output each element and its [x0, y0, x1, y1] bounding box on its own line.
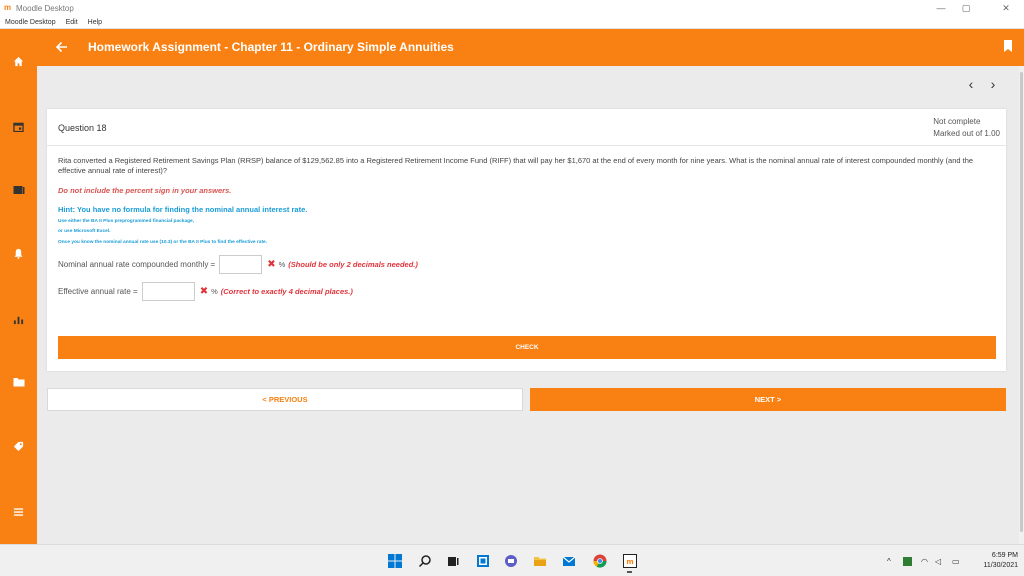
effective-rate-label: Effective annual rate = [58, 287, 138, 296]
back-arrow-icon[interactable] [55, 37, 69, 57]
check-button[interactable]: CHECK [58, 336, 996, 359]
moodle-app-icon[interactable]: m [623, 554, 637, 568]
task-view-icon[interactable] [446, 554, 460, 568]
svg-text:m: m [626, 558, 633, 566]
volume-icon[interactable]: ◁ [935, 557, 941, 567]
store-icon[interactable] [476, 554, 490, 568]
home-icon[interactable] [0, 51, 37, 71]
menu-bar: Moodle Desktop Edit Help [0, 16, 1024, 29]
menu-icon[interactable] [0, 502, 37, 522]
question-nav-arrows: ‹ › [964, 74, 1014, 94]
clock-time: 6:59 PM [991, 552, 1018, 559]
menu-help[interactable]: Help [88, 19, 102, 26]
tray-app-icon[interactable] [903, 557, 912, 566]
calendar-icon[interactable] [0, 117, 37, 137]
close-icon[interactable]: ✕ [995, 0, 1017, 16]
nominal-rate-input[interactable] [219, 255, 263, 274]
taskbar: m ^ ◠ ◁ ▭ 6:59 PM 11/30/2021 [0, 544, 1024, 576]
scrollbar-thumb[interactable] [1020, 72, 1023, 532]
instruction-text: Do not include the percent sign in your … [58, 186, 232, 195]
menu-edit[interactable]: Edit [66, 19, 78, 26]
grades-icon[interactable] [0, 309, 37, 329]
chevron-left-icon[interactable]: ‹ [964, 74, 978, 94]
hint-line-2: or use Microsoft Excel. [58, 229, 111, 234]
effective-rate-unit: % [211, 287, 218, 296]
tag-icon[interactable] [0, 436, 37, 456]
page-header: Homework Assignment - Chapter 11 - Ordin… [37, 29, 1024, 66]
minimize-icon[interactable]: — [930, 0, 952, 16]
maximize-icon[interactable]: ▢ [955, 0, 977, 16]
system-clock[interactable]: 6:59 PM 11/30/2021 [983, 551, 1018, 571]
page-title: Homework Assignment - Chapter 11 - Ordin… [88, 40, 454, 54]
running-indicator [627, 571, 632, 573]
hint-line-3: Once you know the nominal annual rate us… [58, 240, 268, 245]
hint-text: Hint: You have no formula for finding th… [58, 205, 308, 214]
battery-icon[interactable]: ▭ [952, 557, 960, 567]
question-marks: Marked out of 1.00 [933, 129, 1000, 138]
tray-chevron-up-icon[interactable]: ^ [887, 557, 891, 567]
courses-icon[interactable] [0, 180, 37, 200]
question-card: Question 18 Not complete Marked out of 1… [47, 109, 1006, 371]
windows-start-icon[interactable] [388, 554, 402, 568]
notifications-icon[interactable] [0, 243, 37, 263]
search-icon[interactable] [418, 554, 432, 568]
wifi-icon[interactable]: ◠ [921, 557, 928, 567]
bookmark-icon[interactable] [1003, 39, 1013, 53]
app-title: Moodle Desktop [16, 3, 74, 13]
nominal-rate-label: Nominal annual rate compounded monthly = [58, 260, 216, 269]
files-icon[interactable] [0, 372, 37, 392]
window-titlebar: m Moodle Desktop [0, 0, 1024, 16]
question-number: Question 18 [58, 123, 107, 133]
effective-rate-row: Effective annual rate = ✖ % (Correct to … [58, 282, 353, 301]
nominal-rate-unit: % [278, 260, 286, 269]
chrome-icon[interactable] [593, 554, 607, 568]
sidebar [0, 29, 37, 544]
previous-button[interactable]: < PREVIOUS [47, 388, 523, 411]
menu-app[interactable]: Moodle Desktop [5, 19, 56, 26]
file-explorer-icon[interactable] [533, 554, 547, 568]
hint-line-1: Use either the BA II Plus preprogrammed … [58, 219, 195, 224]
next-button[interactable]: NEXT > [530, 388, 1006, 411]
question-status-block: Not complete Marked out of 1.00 [933, 116, 1000, 140]
incorrect-icon: ✖ [267, 259, 276, 270]
mail-icon[interactable] [562, 554, 576, 568]
incorrect-icon: ✖ [199, 286, 209, 297]
effective-rate-input[interactable] [141, 282, 195, 301]
question-text: Rita converted a Registered Retirement S… [58, 156, 974, 175]
chat-icon[interactable] [504, 554, 518, 568]
question-status: Not complete [933, 117, 981, 126]
question-header: Question 18 Not complete Marked out of 1… [47, 109, 1006, 146]
moodle-logo-icon: m [4, 3, 12, 12]
chevron-right-icon[interactable]: › [986, 74, 1000, 94]
clock-date: 11/30/2021 [983, 562, 1018, 569]
effective-rate-feedback: (Correct to exactly 4 decimal places.) [220, 287, 353, 296]
nominal-rate-row: Nominal annual rate compounded monthly =… [58, 255, 418, 274]
nominal-rate-feedback: (Should be only 2 decimals needed.) [288, 260, 418, 269]
